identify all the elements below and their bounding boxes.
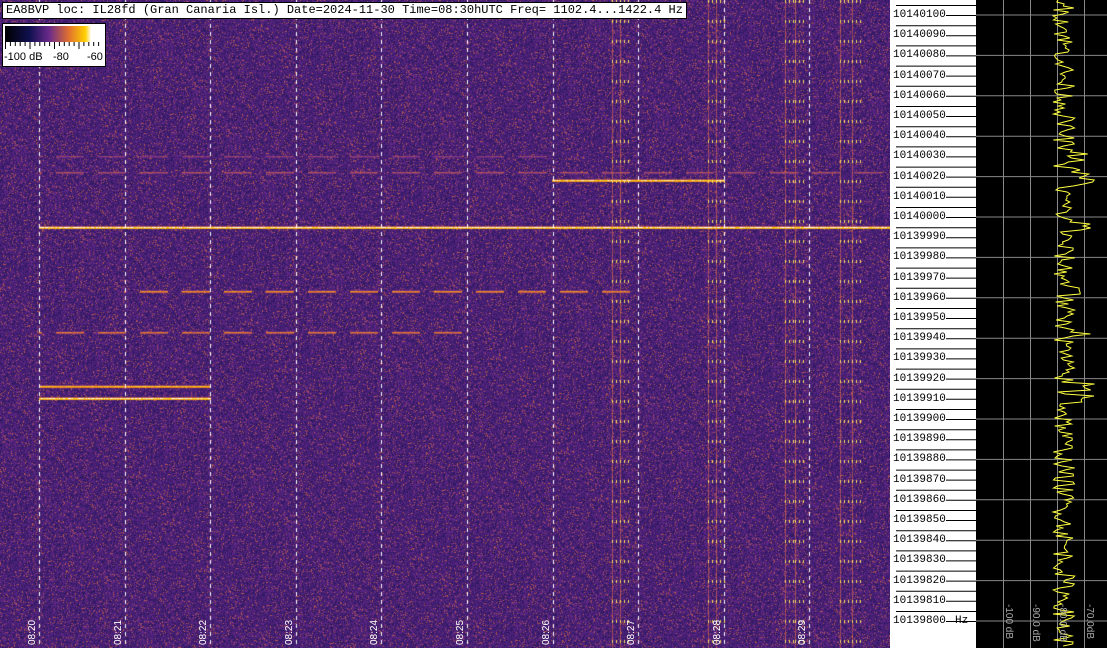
y-tick-label: 10139860 xyxy=(893,493,946,506)
waterfall-heatmap xyxy=(0,0,890,648)
colorbar-legend: -100 dB -80 -60 xyxy=(2,23,106,67)
x-tick-label: 08:24 xyxy=(369,619,381,645)
frequency-axis: 10140100 10140090 10140080 10140070 10140060… xyxy=(890,0,976,648)
colorbar-ticks xyxy=(5,42,100,49)
y-tick-label: 10139910 xyxy=(893,392,946,405)
y-tick-label: 10139920 xyxy=(893,372,946,385)
y-tick-label: 10139960 xyxy=(893,291,946,304)
y-tick-label: 10139990 xyxy=(893,231,946,244)
y-tick-label: 10139930 xyxy=(893,352,946,365)
y-tick-label: 10140070 xyxy=(893,69,946,82)
db-scale-label: -90.0 dB xyxy=(1030,604,1041,642)
y-tick-label: 10140090 xyxy=(893,29,946,42)
x-tick-label: 08:29 xyxy=(797,619,809,645)
y-tick-label: 10140060 xyxy=(893,89,946,102)
spectrum-trace xyxy=(1051,0,1096,647)
y-tick-label: 10140000 xyxy=(893,211,946,223)
y-tick-label: 10139810 xyxy=(893,594,946,607)
x-tick-label: 08:25 xyxy=(455,619,466,645)
y-tick-label: 10139970 xyxy=(893,271,946,284)
frequency-unit: Hz xyxy=(955,615,969,627)
y-tick-label: 10139830 xyxy=(893,554,946,567)
colorbar-gradient xyxy=(5,26,103,42)
x-tick-label: 08:20 xyxy=(27,619,38,645)
db-scale-label: -70.0dB xyxy=(1084,604,1095,640)
y-tick-label: 10140080 xyxy=(893,49,946,62)
x-tick-label: 08:23 xyxy=(283,619,295,645)
db-scale-label: -100 dB xyxy=(1003,604,1014,640)
chart-title: EA8BVP loc: IL28fd (Gran Canaria Isl.) D… xyxy=(2,2,687,19)
y-tick-label: 10140020 xyxy=(893,170,946,183)
y-tick-label: 10139980 xyxy=(893,251,946,264)
colorbar-label-min: -100 dB xyxy=(4,51,43,63)
x-tick-label: 08:26 xyxy=(540,619,552,645)
spectrogram-window: EA8BVP loc: IL28fd (Gran Canaria Isl.) D… xyxy=(0,0,1107,648)
y-tick-label: 10139870 xyxy=(893,473,946,486)
y-tick-label: 10139950 xyxy=(893,312,946,324)
x-tick-label: 08:27 xyxy=(626,619,638,645)
y-tick-label: 10139800 xyxy=(893,615,946,627)
y-tick-label: 10140050 xyxy=(893,110,946,122)
y-tick-label: 10140100 xyxy=(893,9,946,21)
colorbar-label-mid: -80 xyxy=(53,51,69,63)
y-tick-label: 10139850 xyxy=(893,514,946,526)
spectrum-panel: -100 dB -90.0 dB -80.0 dB -70.0dB xyxy=(976,0,1107,648)
x-tick-label: 08:21 xyxy=(112,619,124,645)
y-tick-label: 10139900 xyxy=(893,413,946,425)
y-tick-label: 10140010 xyxy=(893,190,946,203)
db-scale-label: -80.0 dB xyxy=(1057,604,1068,642)
y-tick-label: 10140040 xyxy=(893,130,946,143)
colorbar-label-max: -60 xyxy=(87,51,103,63)
x-tick-label: 08:22 xyxy=(198,619,210,645)
x-tick-label: 08:28 xyxy=(711,619,723,645)
y-tick-label: 10139820 xyxy=(893,574,946,587)
y-tick-label: 10139840 xyxy=(893,534,946,547)
y-tick-label: 10139940 xyxy=(893,332,946,345)
y-tick-label: 10140030 xyxy=(893,150,946,163)
y-tick-label: 10139890 xyxy=(893,433,946,446)
y-tick-label: 10139880 xyxy=(893,453,946,466)
